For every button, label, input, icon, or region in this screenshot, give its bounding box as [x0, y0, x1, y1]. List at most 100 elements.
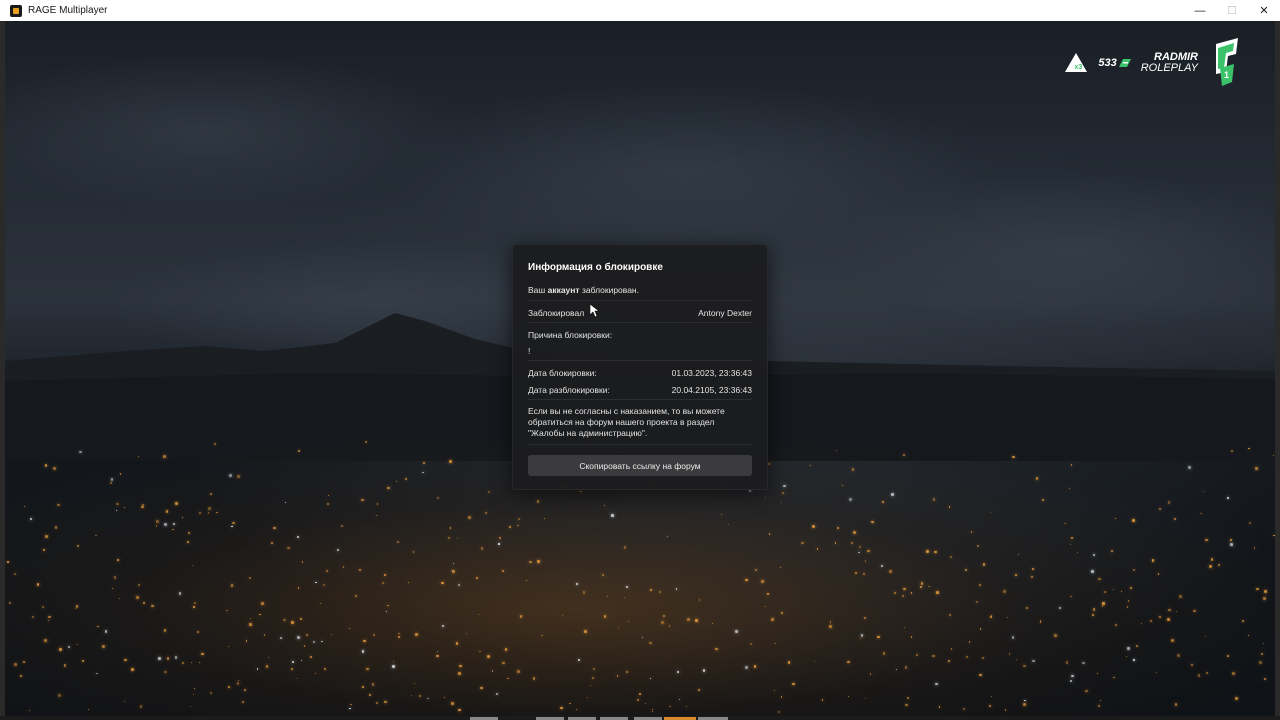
reason-label: Причина блокировки:: [528, 330, 613, 340]
city-light: [354, 595, 357, 598]
city-light: [101, 645, 105, 649]
city-light: [1059, 607, 1061, 609]
city-light: [1085, 689, 1088, 693]
city-light: [1205, 538, 1208, 542]
city-light: [813, 660, 815, 662]
city-light: [209, 691, 212, 694]
window-controls: — ☐ ✕: [1184, 0, 1280, 21]
city-light: [925, 549, 929, 553]
city-light: [1014, 573, 1017, 576]
city-light: [1065, 661, 1069, 664]
online-count: 533: [1098, 57, 1117, 69]
city-light: [1248, 447, 1250, 449]
city-light: [162, 455, 166, 458]
city-light: [226, 609, 228, 612]
notice-line3: "Жалобы на администрацию".: [528, 428, 648, 438]
city-light: [300, 618, 303, 620]
city-light: [532, 677, 535, 680]
online-counter: 533: [1098, 57, 1131, 69]
city-light: [753, 665, 757, 668]
city-light: [950, 556, 952, 558]
city-light: [1125, 655, 1127, 657]
city-light: [54, 526, 58, 529]
city-light: [68, 645, 71, 648]
city-light: [363, 639, 366, 643]
city-light: [47, 619, 50, 621]
maximize-button[interactable]: ☐: [1216, 0, 1248, 21]
city-light: [1174, 703, 1177, 706]
minimize-button[interactable]: —: [1184, 0, 1216, 21]
city-light: [22, 661, 25, 664]
city-light: [265, 665, 269, 668]
city-light: [263, 634, 265, 636]
online-users-icon: [1118, 59, 1131, 67]
city-light: [1127, 647, 1130, 650]
city-light: [448, 537, 451, 539]
city-light: [948, 613, 951, 616]
city-light: [117, 558, 119, 561]
city-light: [1031, 575, 1034, 578]
city-light: [175, 501, 179, 505]
city-light: [227, 685, 230, 688]
dialog-title: Информация о блокировке: [528, 262, 663, 273]
city-light: [864, 617, 866, 619]
city-light: [649, 641, 652, 644]
server-number: 1: [1224, 70, 1230, 80]
city-light: [517, 669, 520, 673]
city-light: [1023, 699, 1026, 702]
blocked-by-value: Antony Dexter: [698, 308, 752, 318]
city-light: [96, 672, 98, 675]
blocked-by-row: Заблокировал Antony Dexter: [528, 308, 752, 318]
city-light: [502, 570, 504, 572]
city-light: [201, 652, 204, 656]
notice-line2: обратиться на форум нашего проекта в раз…: [528, 417, 715, 427]
close-button[interactable]: ✕: [1248, 0, 1280, 21]
city-light: [156, 520, 159, 523]
city-light: [248, 623, 252, 627]
city-light: [81, 660, 84, 662]
account-prefix: Ваш: [528, 285, 546, 295]
city-light: [1126, 606, 1128, 608]
city-light: [1068, 487, 1070, 489]
city-light: [1167, 501, 1171, 504]
city-light: [749, 643, 752, 646]
city-light: [386, 604, 389, 607]
city-light: [777, 710, 780, 713]
city-light: [906, 696, 909, 699]
mouse-cursor-icon: [590, 304, 600, 318]
city-light: [151, 604, 154, 608]
copy-forum-link-button[interactable]: Скопировать ссылку на форум: [528, 455, 752, 476]
city-light: [1064, 522, 1066, 525]
city-light: [611, 514, 614, 517]
city-light: [1264, 589, 1268, 593]
city-light: [1179, 595, 1182, 599]
city-light: [228, 474, 232, 478]
divider: [528, 444, 752, 445]
unblock-date-label: Дата разблокировки:: [528, 385, 610, 395]
city-light: [852, 530, 856, 534]
notice-line1: Если вы не согласны с наказанием, то вы …: [528, 406, 725, 416]
city-light: [518, 517, 521, 520]
city-light: [8, 602, 11, 605]
city-light: [841, 484, 843, 486]
title-bar[interactable]: RAGE Multiplayer — ☐ ✕: [0, 0, 1280, 22]
city-light: [782, 484, 786, 488]
radmir-logo-icon: 1: [1210, 38, 1240, 88]
city-light: [459, 664, 463, 668]
city-light: [1133, 569, 1135, 571]
city-light: [457, 671, 461, 675]
window-title: RAGE Multiplayer: [28, 5, 108, 16]
appeal-notice: Если вы не согласны с наказанием, то вы …: [528, 406, 752, 439]
city-light: [415, 633, 418, 637]
city-light: [1176, 653, 1180, 657]
city-light: [193, 687, 196, 689]
city-light: [902, 587, 906, 591]
unblock-date-row: Дата разблокировки: 20.04.2105, 23:36:43: [528, 385, 752, 395]
city-light: [436, 496, 440, 500]
city-light: [1101, 605, 1104, 607]
city-light: [52, 467, 56, 471]
city-light: [979, 584, 981, 586]
city-light: [208, 506, 212, 510]
city-light: [1023, 703, 1026, 707]
reason-value-row: !: [528, 346, 752, 356]
